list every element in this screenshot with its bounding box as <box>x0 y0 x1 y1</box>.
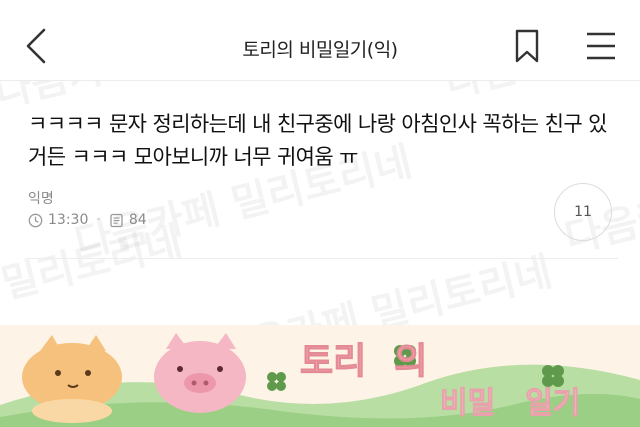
post-meta: 13:30 · 84 <box>28 210 147 230</box>
banner-illustration: 토리 의 비밀 일기 <box>0 325 640 427</box>
menu-button[interactable] <box>584 28 618 64</box>
svg-text:토리의: 토리 의 <box>300 341 427 382</box>
comment-count-button[interactable]: 11 <box>554 183 612 241</box>
page-title: 토리의 비밀일기(익) <box>242 39 398 61</box>
post-body: ㅋㅋㅋㅋ 문자 정리하는데 내 친구중에 나랑 아침인사 꼭하는 친구 있거든 … <box>28 112 607 169</box>
hamburger-menu-icon <box>587 32 615 60</box>
bookmark-button[interactable] <box>512 28 542 64</box>
clock-icon <box>28 213 43 227</box>
post-time: 13:30 <box>48 212 89 228</box>
bookmark-icon <box>515 29 539 63</box>
author-name: 익명 <box>28 191 54 207</box>
top-navigation-bar: 토리의 비밀일기(익) <box>0 0 640 81</box>
divider <box>28 258 618 259</box>
separator-dot: · <box>96 212 101 228</box>
cafe-banner-image: 토리 의 비밀 일기 <box>0 325 640 427</box>
views-icon <box>110 213 123 227</box>
view-count: 84 <box>128 212 147 228</box>
